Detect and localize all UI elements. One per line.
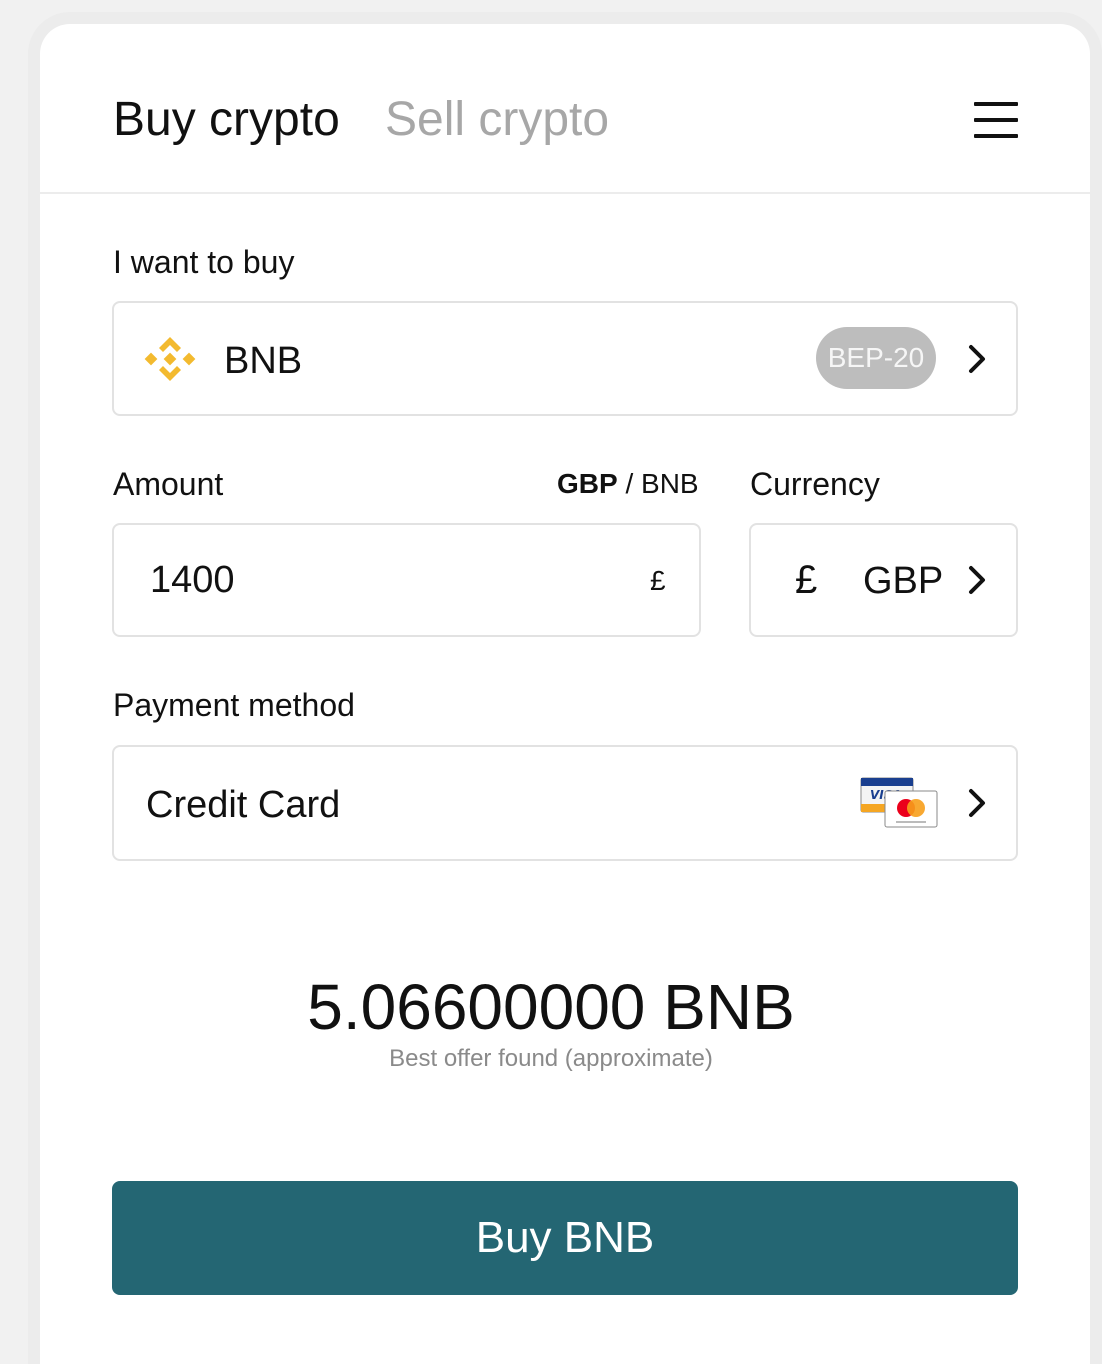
- currency-code: GBP: [863, 560, 944, 602]
- coin-selector[interactable]: BNB BEP-20: [112, 301, 1018, 416]
- chevron-right-icon: [964, 564, 990, 596]
- payment-method-value: Credit Card: [146, 784, 341, 826]
- buy-button[interactable]: Buy BNB: [112, 1181, 1018, 1295]
- currency-selector[interactable]: £ GBP: [749, 523, 1018, 637]
- amount-field[interactable]: £: [112, 523, 701, 637]
- estimated-crypto-amount: 5.06600000 BNB: [307, 971, 795, 1043]
- chevron-right-icon: [964, 343, 990, 375]
- chevron-right-icon: [964, 787, 990, 819]
- tab-buy-crypto[interactable]: Buy crypto: [113, 92, 340, 148]
- bnb-logo-icon: [144, 333, 196, 385]
- buy-label: I want to buy: [113, 244, 295, 280]
- amount-unit-separator: /: [617, 468, 642, 499]
- payment-method-selector[interactable]: Credit Card VISA: [112, 745, 1018, 861]
- visa-mastercard-icon: VISA: [860, 777, 940, 831]
- amount-currency-suffix: £: [650, 565, 666, 596]
- amount-unit-primary: GBP: [557, 468, 618, 499]
- estimate-caption: Best offer found (approximate): [389, 1045, 713, 1072]
- amount-input[interactable]: [150, 555, 610, 605]
- network-badge: BEP-20: [816, 327, 936, 389]
- payment-method-label: Payment method: [113, 687, 355, 723]
- currency-label: Currency: [750, 466, 880, 502]
- amount-unit-secondary: BNB: [641, 468, 699, 499]
- hamburger-menu-icon[interactable]: [974, 102, 1018, 138]
- header: Buy crypto Sell crypto: [40, 24, 1090, 194]
- currency-symbol: £: [795, 558, 818, 602]
- tab-sell-crypto[interactable]: Sell crypto: [385, 92, 609, 148]
- amount-unit-toggle[interactable]: GBP / BNB: [557, 466, 699, 502]
- coin-name: BNB: [224, 340, 303, 382]
- amount-label: Amount: [113, 466, 224, 502]
